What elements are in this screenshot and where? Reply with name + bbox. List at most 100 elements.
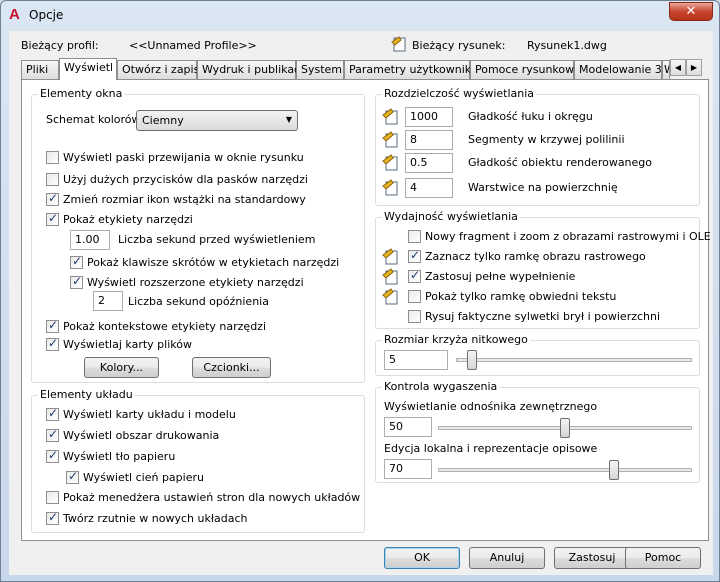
checkbox-box[interactable]: [46, 510, 59, 525]
checkbox-paper-background[interactable]: Wyświetl tło papieru: [46, 448, 175, 463]
checkbox-file-tabs[interactable]: Wyświetlaj karty plików: [46, 336, 192, 351]
render-smoothness-input[interactable]: 0.5: [405, 153, 453, 173]
display-resolution-group: Rozdzielczość wyświetlania 1000 Gładkość…: [375, 87, 700, 206]
drawing-saved-icon: [382, 288, 398, 305]
inplace-fade-input[interactable]: 70: [384, 459, 432, 479]
tab-wydruk-i-publikacja[interactable]: Wydruk i publikacja: [197, 60, 310, 79]
close-button[interactable]: ✕: [669, 2, 713, 21]
tab-system[interactable]: System: [296, 60, 344, 79]
polyline-segments-label: Segmenty w krzywej polilinii: [468, 133, 625, 146]
checkbox-box[interactable]: [408, 290, 421, 303]
ok-button[interactable]: OK: [384, 547, 460, 569]
checkbox-box[interactable]: [46, 191, 59, 206]
checkbox-extended-tooltips[interactable]: Wyświetl rozszerzone etykiety narzędzi: [70, 274, 304, 289]
color-scheme-value: Ciemny: [142, 114, 184, 127]
checkbox-box[interactable]: [46, 151, 59, 164]
current-profile-label: Bieżący profil:: [21, 39, 99, 52]
tab-otworz-i-zapisz[interactable]: Otwórz i zapisz: [117, 60, 205, 79]
checkbox-raster-frame-only[interactable]: Zaznacz tylko ramkę obrazu rastrowego: [408, 248, 646, 263]
checkbox-box[interactable]: [70, 254, 83, 269]
title-bar[interactable]: A Opcje ✕: [1, 1, 719, 31]
checkbox-solid-fill[interactable]: Zastosuj pełne wypełnienie: [408, 268, 575, 283]
extended-delay-input[interactable]: 2: [93, 291, 123, 311]
crosshair-size-slider-thumb[interactable]: [467, 350, 478, 370]
display-tab-panel: Elementy okna Schemat kolorów: Ciemny ▼ …: [21, 79, 711, 541]
tooltip-delay-input[interactable]: 1.00: [70, 230, 110, 250]
inplace-fade-slider-track[interactable]: [438, 468, 692, 472]
checkbox-box[interactable]: [46, 336, 59, 351]
checkbox-box[interactable]: [46, 448, 59, 463]
checkbox-rollover-tooltips[interactable]: Pokaż kontekstowe etykiety narzędzi: [46, 318, 266, 333]
checkbox-show-tooltips[interactable]: Pokaż etykiety narzędzi: [46, 211, 193, 226]
arc-smoothness-label: Gładkość łuku i okręgu: [468, 110, 593, 123]
crosshair-size-slider-track[interactable]: [456, 358, 692, 362]
tab-overflow[interactable]: W: [662, 60, 670, 79]
colors-button[interactable]: Kolory...: [84, 357, 159, 378]
xref-fade-input[interactable]: 50: [384, 417, 432, 437]
crosshair-size-title: Rozmiar krzyża nitkowego: [382, 333, 530, 346]
contour-lines-label: Warstwice na powierzchnię: [468, 181, 618, 194]
checkbox-scrollbars[interactable]: Wyświetl paski przewijania w oknie rysun…: [46, 151, 304, 164]
checkbox-pan-zoom-raster[interactable]: Nowy fragment i zoom z obrazami rastrowy…: [408, 230, 711, 243]
checkbox-printable-area[interactable]: Wyświetl obszar drukowania: [46, 427, 219, 442]
display-performance-title: Wydajność wyświetlania: [382, 210, 520, 223]
help-button[interactable]: Pomoc: [625, 547, 701, 569]
checkbox-paper-shadow[interactable]: Wyświetl cień papieru: [66, 469, 204, 484]
checkbox-box[interactable]: [408, 230, 421, 243]
checkbox-page-setup-manager[interactable]: Pokaż menedżera ustawień stron dla nowyc…: [46, 491, 360, 504]
crosshair-size-group: Rozmiar krzyża nitkowego 5: [375, 333, 700, 376]
checkbox-box[interactable]: [46, 406, 59, 421]
tab-parametry-uzytkownika[interactable]: Parametry użytkownika: [344, 60, 478, 79]
checkbox-shortcut-keys[interactable]: Pokaż klawisze skrótów w etykietach narz…: [70, 254, 339, 269]
checkbox-ribbon-icons[interactable]: Zmień rozmiar ikon wstążki na standardow…: [46, 191, 306, 206]
apply-button[interactable]: Zastosuj: [554, 547, 630, 569]
color-scheme-select[interactable]: Ciemny ▼: [136, 110, 298, 131]
checkbox-silhouettes[interactable]: Rysuj faktyczne sylwetki brył i powierzc…: [408, 310, 660, 323]
cancel-button[interactable]: Anuluj: [469, 547, 545, 569]
checkbox-box[interactable]: [46, 427, 59, 442]
checkbox-box[interactable]: [408, 248, 421, 263]
checkbox-create-viewport[interactable]: Twórz rzutnie w nowych układach: [46, 510, 247, 525]
display-performance-group: Wydajność wyświetlania Nowy fragment i z…: [375, 210, 711, 329]
drawing-saved-icon: [382, 248, 398, 265]
tab-scroll-right-button[interactable]: ▶: [686, 59, 702, 76]
tab-wyswietl[interactable]: Wyświetl: [59, 58, 117, 80]
inplace-fade-label: Edycja lokalna i reprezentacje opisowe: [384, 442, 598, 455]
tooltip-delay-label: Liczba sekund przed wyświetleniem: [118, 233, 316, 246]
tab-pomoce-rysunkowe[interactable]: Pomoce rysunkowe: [470, 60, 581, 79]
layout-elements-title: Elementy układu: [38, 388, 135, 401]
xref-fade-slider-thumb[interactable]: [560, 418, 570, 438]
checkbox-box[interactable]: [66, 469, 79, 484]
render-smoothness-label: Gładkość obiektu renderowanego: [468, 156, 653, 169]
checkbox-box[interactable]: [46, 173, 59, 186]
fade-control-title: Kontrola wygaszenia: [382, 380, 500, 393]
fonts-button[interactable]: Czcionki...: [192, 357, 271, 378]
checkbox-box[interactable]: [408, 310, 421, 323]
checkbox-box[interactable]: [46, 211, 59, 226]
arc-smoothness-input[interactable]: 1000: [405, 107, 453, 127]
current-drawing-value: Rysunek1.dwg: [527, 39, 607, 52]
checkbox-layout-model-tabs[interactable]: Wyświetl karty układu i modelu: [46, 406, 236, 421]
crosshair-size-input[interactable]: 5: [384, 350, 448, 370]
checkbox-text-boundary[interactable]: Pokaż tylko ramkę obwiedni tekstu: [408, 290, 616, 303]
fade-control-group: Kontrola wygaszenia Wyświetlanie odnośni…: [375, 380, 700, 483]
checkbox-box[interactable]: [46, 491, 59, 504]
chevron-down-icon: ▼: [285, 115, 292, 124]
window-elements-group: Elementy okna Schemat kolorów: Ciemny ▼ …: [31, 87, 365, 383]
tab-pliki[interactable]: Pliki: [21, 60, 59, 79]
contour-lines-input[interactable]: 4: [405, 178, 453, 198]
drawing-saved-icon: [382, 268, 398, 285]
checkbox-large-buttons[interactable]: Użyj dużych przycisków dla pasków narzęd…: [46, 173, 308, 186]
inplace-fade-slider-thumb[interactable]: [608, 460, 619, 480]
display-resolution-title: Rozdzielczość wyświetlania: [382, 87, 537, 100]
current-drawing-label: Bieżący rysunek:: [412, 39, 506, 52]
polyline-segments-input[interactable]: 8: [405, 130, 453, 150]
checkbox-box[interactable]: [70, 274, 83, 289]
window-title: Opcje: [29, 8, 64, 22]
checkbox-box[interactable]: [408, 268, 421, 283]
checkbox-box[interactable]: [46, 318, 59, 333]
tab-scroll-left-button[interactable]: ◀: [670, 59, 686, 76]
tab-modelowanie-3d[interactable]: Modelowanie 3D: [574, 60, 670, 79]
drawing-saved-icon: [382, 131, 398, 148]
dialog-client: Bieżący profil: <<Unnamed Profile>> Bież…: [9, 31, 713, 575]
